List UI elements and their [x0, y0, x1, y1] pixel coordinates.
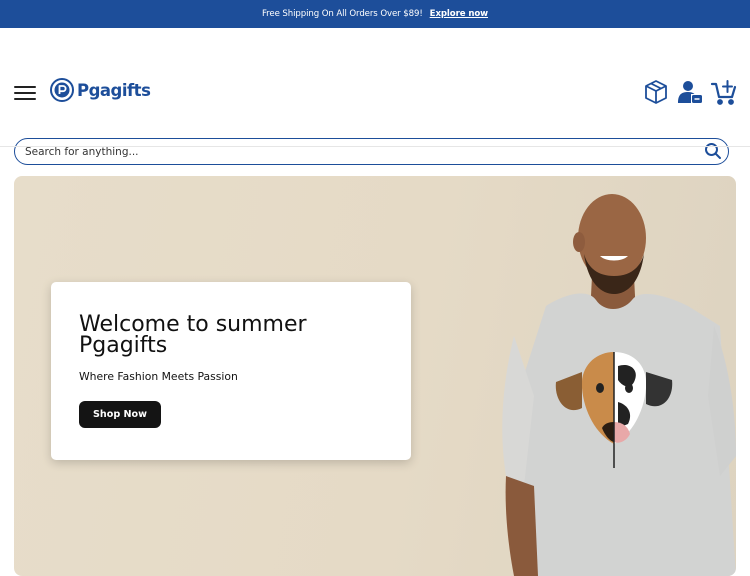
- announcement-bar: Free Shipping On All Orders Over $89! Ex…: [0, 0, 750, 28]
- header-actions: [642, 78, 738, 106]
- site-header: Pgagifts: [0, 28, 750, 165]
- hero-card: Welcome to summer Pgagifts Where Fashion…: [51, 282, 411, 460]
- cart-icon[interactable]: [710, 78, 738, 106]
- shop-now-button[interactable]: Shop Now: [79, 401, 161, 428]
- hero-subtitle: Where Fashion Meets Passion: [79, 370, 238, 383]
- hero-banner: Welcome to summer Pgagifts Where Fashion…: [14, 176, 736, 576]
- search-bar: [14, 138, 729, 165]
- site-logo[interactable]: Pgagifts: [50, 78, 151, 102]
- account-icon[interactable]: [676, 78, 704, 106]
- announcement-text: Free Shipping On All Orders Over $89!: [261, 9, 423, 19]
- explore-now-link[interactable]: Explore now: [430, 9, 488, 19]
- hero-model-image: [502, 194, 736, 576]
- hamburger-menu-icon[interactable]: [14, 85, 36, 101]
- search-icon[interactable]: [704, 142, 722, 160]
- hero-title: Welcome to summer Pgagifts: [79, 312, 307, 358]
- header-divider: [0, 146, 750, 147]
- search-input[interactable]: [23, 142, 687, 162]
- logo-mark-icon: [50, 78, 74, 102]
- package-icon[interactable]: [642, 78, 670, 106]
- brand-name: Pgagifts: [77, 80, 151, 100]
